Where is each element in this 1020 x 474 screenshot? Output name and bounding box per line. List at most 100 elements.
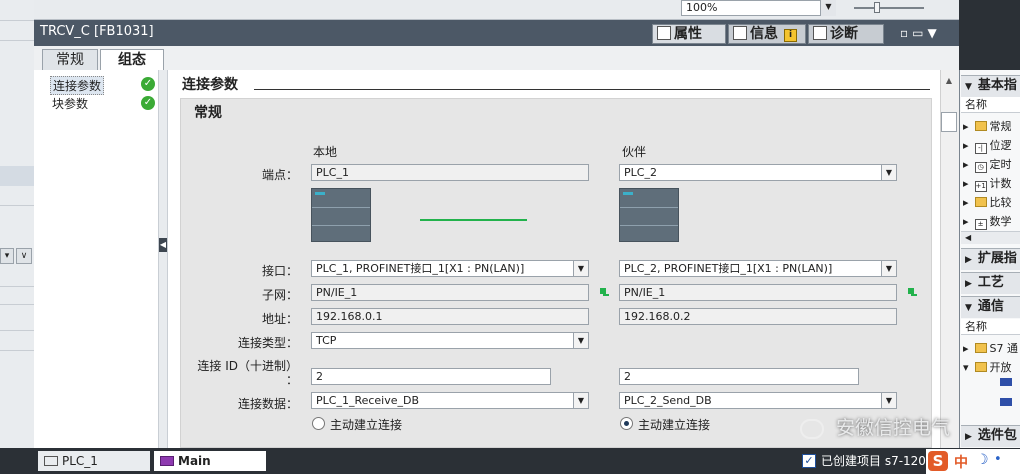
taskbar-item-plc1[interactable]: PLC_1 <box>38 451 150 471</box>
chevron-right-icon: ▶ <box>965 279 972 289</box>
scroll-down-icon[interactable]: ∨ <box>16 248 32 264</box>
taskbar-item-main[interactable]: Main <box>154 451 266 471</box>
optional-packages-header[interactable]: ▶ 选件包 <box>961 425 1020 447</box>
chevron-down-icon[interactable]: ▼ <box>820 0 836 16</box>
label-connection-id-colon: ： <box>285 373 298 387</box>
communication-header[interactable]: ▼ 通信 <box>961 296 1020 318</box>
chevron-down-icon[interactable]: ▼ <box>573 333 588 348</box>
label-connection-data: 连接数据： <box>237 397 298 411</box>
local-subnet-field: PN/IE_1 <box>311 284 589 301</box>
tree-item-counters[interactable]: ▸ +1 计数 <box>963 175 1020 192</box>
horizontal-scrollbar[interactable]: ◀ <box>961 231 1020 244</box>
window-controls[interactable]: ▫▭▼ <box>900 26 941 40</box>
zoom-slider[interactable] <box>854 7 924 9</box>
counter-icon: +1 <box>974 181 987 192</box>
tree-item-bit-logic[interactable]: ▸ -| 位逻 <box>963 137 1020 154</box>
chevron-down-icon[interactable]: ▼ <box>927 26 940 40</box>
chevron-down-icon[interactable]: ▼ <box>881 165 896 180</box>
properties-icon <box>657 26 671 40</box>
label-interface: 接口： <box>261 264 298 278</box>
punctuation-icon[interactable]: • <box>994 452 1002 467</box>
folder-icon <box>974 362 987 372</box>
chevron-down-icon[interactable]: ▼ <box>573 393 588 408</box>
config-sidebar <box>34 70 162 448</box>
status-check-icon: ✓ <box>802 454 816 468</box>
partner-address-field: 192.168.0.2 <box>619 308 897 325</box>
local-connection-id-input[interactable]: 2 <box>311 368 551 385</box>
local-endpoint-field: PLC_1 <box>311 164 589 181</box>
plc-icon <box>44 456 58 466</box>
moon-icon[interactable]: ☽ <box>976 452 989 468</box>
chevron-down-icon: ▼ <box>965 82 972 92</box>
tab-general[interactable]: 常规 <box>42 49 98 71</box>
local-interface-select[interactable]: PLC_1, PROFINET接口_1[X1 : PN(LAN)] ▼ <box>311 260 589 277</box>
instruction-block-icon[interactable] <box>1000 378 1012 386</box>
collapse-arrow-icon[interactable]: ◀ <box>159 238 167 252</box>
tab-diagnostics[interactable]: 诊断 <box>808 24 884 44</box>
tree-item-timers[interactable]: ▸ ◷ 定时 <box>963 156 1020 173</box>
tab-properties[interactable]: 属性 <box>652 24 726 44</box>
chevron-down-icon[interactable]: ▼ <box>573 261 588 276</box>
project-tree-selected-row[interactable] <box>0 166 34 186</box>
watermark-text: 安徽信控电气 <box>836 417 951 439</box>
instruction-block-icon[interactable] <box>1000 398 1012 406</box>
tree-item-math[interactable]: ▸ ± 数学 <box>963 213 1020 230</box>
sidebar-item-connection-params[interactable]: 连接参数 <box>50 76 105 95</box>
local-active-radio[interactable] <box>312 417 325 430</box>
partner-subnet-field: PN/IE_1 <box>619 284 897 301</box>
column-header-partner: 伙伴 <box>622 145 647 159</box>
local-address-field: 192.168.0.1 <box>311 308 589 325</box>
window-title: TRCV_C [FB1031] <box>40 24 154 39</box>
ime-language[interactable]: 中 <box>954 452 968 472</box>
plc-device-icon <box>311 188 371 242</box>
diagnostics-icon <box>813 26 827 40</box>
chevron-down-icon[interactable]: ▼ <box>881 393 896 408</box>
maximize-icon[interactable]: ▭ <box>912 26 927 40</box>
extended-instructions-header[interactable]: ▶ 扩展指 <box>961 248 1020 270</box>
splitter[interactable] <box>158 70 168 448</box>
ime-toolbar[interactable]: S 中 ☽ • <box>926 449 1020 474</box>
partner-connection-data-select[interactable]: PLC_2_Send_DB ▼ <box>619 392 897 409</box>
partner-active-radio[interactable] <box>620 417 633 430</box>
tree-item-compare[interactable]: ▸ 比较 <box>963 194 1020 210</box>
folder-icon <box>974 121 987 131</box>
info-badge-icon: i <box>784 29 797 42</box>
basic-instructions-header[interactable]: ▼ 基本指 <box>961 75 1020 97</box>
chevron-right-icon: ▶ <box>965 255 972 265</box>
scroll-thumb[interactable] <box>941 112 957 132</box>
tree-item-s7-comm[interactable]: ▸ S7 通 <box>963 340 1020 356</box>
sidebar-item-block-params[interactable]: 块参数 <box>52 95 88 112</box>
chevron-down-icon: ▼ <box>965 303 972 313</box>
chevron-down-icon[interactable]: ▼ <box>881 261 896 276</box>
scroll-down-icon[interactable]: ▾ <box>0 248 14 264</box>
tab-configuration[interactable]: 组态 <box>100 49 164 71</box>
tree-item-general[interactable]: ▸ 常规 <box>963 118 1020 134</box>
connection-line <box>420 219 527 221</box>
partner-connection-id-input[interactable]: 2 <box>619 368 859 385</box>
local-connection-data-select[interactable]: PLC_1_Receive_DB ▼ <box>311 392 589 409</box>
restore-icon[interactable]: ▫ <box>900 26 912 40</box>
project-tree-collapsed: ▾ ∨ <box>0 0 34 448</box>
scroll-up-icon[interactable]: ▲ <box>941 74 957 88</box>
local-active-label: 主动建立连接 <box>330 418 403 432</box>
label-subnet: 子网： <box>261 288 298 302</box>
group-title: 常规 <box>194 105 222 121</box>
partner-interface-select[interactable]: PLC_2, PROFINET接口_1[X1 : PN(LAN)] ▼ <box>619 260 897 277</box>
check-icon: ✓ <box>141 96 155 110</box>
wechat-logo-icon <box>800 419 824 439</box>
partner-endpoint-select[interactable]: PLC_2 ▼ <box>619 164 897 181</box>
technology-header[interactable]: ▶ 工艺 <box>961 272 1020 294</box>
zoom-select[interactable]: 100% <box>681 0 836 16</box>
column-header-local: 本地 <box>313 145 338 159</box>
info-icon <box>733 26 747 40</box>
chevron-right-icon: ▶ <box>965 432 972 442</box>
timer-icon: ◷ <box>974 162 987 173</box>
connection-type-select[interactable]: TCP ▼ <box>311 332 589 349</box>
tab-info[interactable]: 信息 i <box>728 24 806 44</box>
tree-item-open-comm[interactable]: ▾ 开放 <box>963 359 1020 375</box>
zoom-slider-handle[interactable] <box>874 2 880 13</box>
label-connection-type: 连接类型： <box>237 336 298 350</box>
divider <box>254 89 930 90</box>
network-status-icon <box>911 294 917 296</box>
section-title: 连接参数 <box>182 77 238 93</box>
